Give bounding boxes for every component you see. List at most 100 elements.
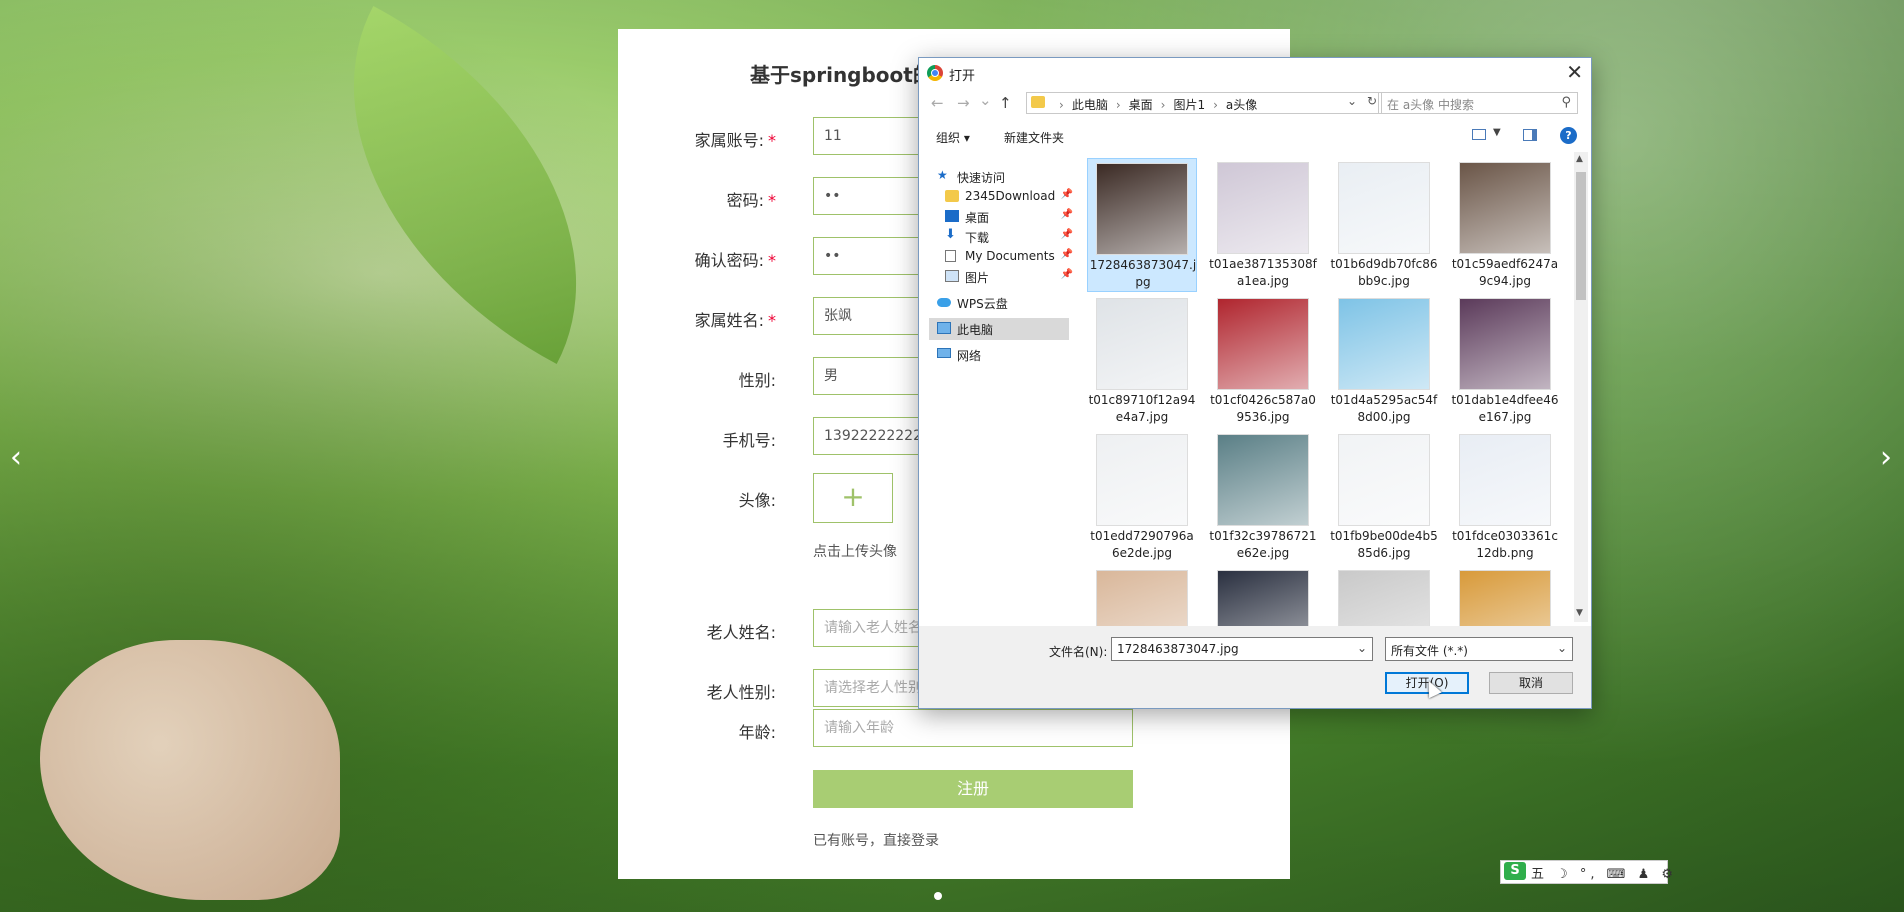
file-item[interactable]: t01edd7290796a6e2de.jpg [1087, 430, 1197, 564]
file-item[interactable]: t01fdce0303361c12db.png [1450, 430, 1560, 564]
chevron-down-icon[interactable]: ⌄ [1557, 641, 1567, 655]
file-thumbnail [1459, 298, 1551, 390]
file-item[interactable] [1208, 566, 1318, 626]
file-thumbnail [1338, 162, 1430, 254]
search-icon: ⚲ [1561, 95, 1571, 110]
help-icon[interactable]: ? [1560, 127, 1577, 144]
field-label: 确认密码: [694, 251, 764, 270]
breadcrumb-item[interactable]: a头像 [1226, 98, 1257, 112]
field-label: 家属账号: [694, 131, 764, 150]
file-item[interactable]: t01cf0426c587a09536.jpg [1208, 294, 1318, 428]
file-name: 1728463873047.jpg [1089, 258, 1197, 289]
file-thumbnail [1096, 434, 1188, 526]
nav-item-quick-access[interactable]: ★ 快速访问 [929, 166, 1069, 188]
ime-toolbar[interactable]: S 五 ☽ °, ⌨ ♟ ⚙ [1500, 860, 1673, 884]
preview-pane-icon[interactable] [1523, 129, 1537, 141]
file-item[interactable]: t01fb9be00de4b585d6.jpg [1329, 430, 1439, 564]
carousel-prev-icon[interactable]: ‹ [10, 440, 22, 475]
dialog-navbar: ← → ⌄ ↑ › 此电脑 › 桌面 › 图片1 › a头像 ⌄ ↻ 在 a头像 中搜索 ⚲ [919, 88, 1591, 120]
nav-item-this-pc[interactable]: 此电脑 [929, 318, 1069, 340]
breadcrumb-item[interactable]: 桌面 [1129, 98, 1153, 112]
file-item[interactable]: t01b6d9db70fc86bb9c.jpg [1329, 158, 1439, 292]
file-item[interactable]: t01ae387135308fa1ea.jpg [1208, 158, 1318, 292]
close-icon[interactable]: ✕ [1566, 60, 1583, 84]
pin-icon: 📌 [1060, 269, 1073, 280]
dialog-titlebar[interactable]: 打开 ✕ [919, 58, 1591, 88]
nav-item-label: 桌面 [965, 211, 990, 225]
scroll-down-icon[interactable]: ▼ [1576, 608, 1583, 618]
file-thumbnail [1338, 434, 1430, 526]
nav-item-2345download[interactable]: 2345Download 📌 [937, 186, 1077, 208]
file-item[interactable]: t01c89710f12a94e4a7.jpg [1087, 294, 1197, 428]
file-item[interactable] [1450, 566, 1560, 626]
carousel-indicator[interactable] [934, 892, 942, 900]
file-item[interactable]: t01c59aedf6247a9c94.jpg [1450, 158, 1560, 292]
nav-item-downloads[interactable]: ⬇ 下载 📌 [937, 226, 1077, 248]
file-item[interactable]: t01f32c39786721e62e.jpg [1208, 430, 1318, 564]
nav-item-label: WPS云盘 [957, 297, 1008, 311]
login-link[interactable]: 已有账号，直接登录 [813, 830, 939, 850]
file-name: t01edd7290796a6e2de.jpg [1090, 529, 1194, 560]
forward-arrow-icon[interactable]: → [957, 94, 970, 112]
age-input[interactable]: 请输入年龄 [813, 709, 1133, 747]
breadcrumb-item[interactable]: 图片1 [1173, 98, 1205, 112]
file-item[interactable]: t01d4a5295ac54f8d00.jpg [1329, 294, 1439, 428]
field-label: 老人姓名: [706, 623, 776, 642]
carousel-next-icon[interactable]: › [1880, 440, 1892, 475]
new-folder-button[interactable]: 新建文件夹 [1004, 129, 1064, 146]
register-button[interactable]: 注册 [813, 770, 1133, 808]
nav-item-desktop[interactable]: 桌面 📌 [937, 206, 1077, 228]
nav-item-pictures[interactable]: 图片 📌 [937, 266, 1077, 288]
ime-toolbar-items[interactable]: 五 ☽ °, ⌨ ♟ ⚙ [1531, 863, 1677, 882]
field-label: 头像: [738, 491, 776, 510]
search-input[interactable]: 在 a头像 中搜索 ⚲ [1378, 92, 1578, 114]
dialog-title: 打开 [949, 69, 976, 84]
file-thumbnail [1096, 163, 1188, 255]
required-mark: * [768, 311, 776, 330]
chevron-down-icon[interactable]: ▼ [1493, 127, 1501, 138]
pictures-icon [945, 270, 959, 282]
up-arrow-icon[interactable]: ↑ [999, 94, 1012, 112]
breadcrumb-item[interactable]: 此电脑 [1072, 98, 1108, 112]
file-list-scrollbar[interactable]: ▲ ▼ [1574, 152, 1588, 622]
file-name: t01d4a5295ac54f8d00.jpg [1330, 393, 1438, 424]
avatar-upload-hint[interactable]: 点击上传头像 [813, 541, 897, 561]
file-type-value: 所有文件 (*.*) [1391, 644, 1468, 658]
chevron-down-icon[interactable]: ⌄ [1357, 641, 1367, 655]
file-type-select[interactable]: 所有文件 (*.*) ⌄ [1385, 637, 1573, 661]
chevron-down-icon[interactable]: ⌄ [1347, 94, 1357, 108]
pin-icon: 📌 [1060, 229, 1073, 240]
breadcrumb-separator: › [1160, 98, 1166, 112]
nav-item-network[interactable]: 网络 [929, 344, 1069, 366]
pin-icon: 📌 [1060, 209, 1073, 220]
file-item[interactable]: 1728463873047.jpg [1087, 158, 1197, 292]
field-label: 年龄: [738, 723, 776, 742]
nav-item-my-documents[interactable]: My Documents 📌 [937, 246, 1077, 268]
field-label: 密码: [726, 191, 764, 210]
file-item[interactable] [1329, 566, 1439, 626]
folder-icon [1031, 96, 1045, 108]
file-name: t01f32c39786721e62e.jpg [1209, 529, 1317, 560]
page-title: 基于springboot的 [750, 63, 933, 87]
file-thumbnail [1217, 570, 1309, 626]
view-mode-icon[interactable] [1472, 129, 1486, 140]
file-thumbnail [1217, 434, 1309, 526]
network-icon [937, 348, 951, 358]
nav-item-wps-cloud[interactable]: WPS云盘 [929, 292, 1069, 314]
address-bar[interactable]: › 此电脑 › 桌面 › 图片1 › a头像 ⌄ ↻ [1026, 92, 1382, 114]
filename-input[interactable]: 1728463873047.jpg ⌄ [1111, 637, 1373, 661]
back-arrow-icon[interactable]: ← [931, 94, 944, 112]
avatar-upload-button[interactable]: + [813, 473, 893, 523]
dialog-toolbar: 组织 ▾ 新建文件夹 ▼ ? [919, 120, 1591, 152]
file-item[interactable] [1087, 566, 1197, 626]
scroll-up-icon[interactable]: ▲ [1576, 154, 1583, 164]
scrollbar-thumb[interactable] [1576, 172, 1586, 300]
required-mark: * [768, 191, 776, 210]
file-item[interactable]: t01dab1e4dfee46e167.jpg [1450, 294, 1560, 428]
cancel-button[interactable]: 取消 [1489, 672, 1573, 694]
organize-menu[interactable]: 组织 ▾ [936, 129, 970, 146]
refresh-icon[interactable]: ↻ [1367, 94, 1377, 108]
folder-icon [945, 190, 959, 202]
recent-locations-icon[interactable]: ⌄ [979, 91, 992, 109]
field-label: 手机号: [722, 431, 776, 450]
